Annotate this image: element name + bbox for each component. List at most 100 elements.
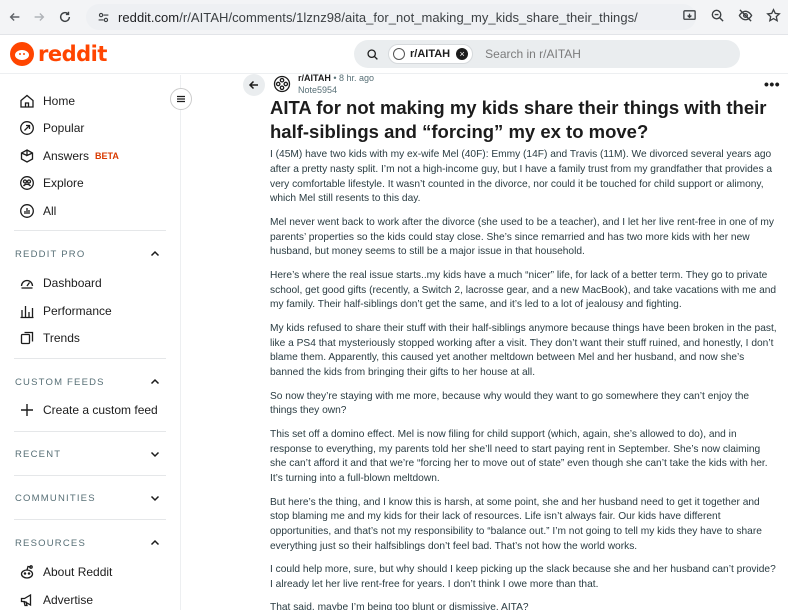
install-app-icon[interactable] [680,6,698,24]
post-paragraph: Mel never went back to work after the di… [270,216,774,258]
sidebar-item-label: Explore [43,176,84,190]
forward-arrow-icon[interactable] [28,6,50,28]
post-meta: r/AITAH • 8 hr. ago [298,73,374,83]
sidebar-item-advertise[interactable]: Advertise [18,590,93,610]
section-resources[interactable]: RESOURCES [15,534,161,552]
bar-chart-icon [18,302,36,320]
url-domain: reddit.com [118,9,180,25]
post-paragraph: But here’s the thing, and I know this is… [270,496,762,552]
section-title: REDDIT PRO [15,248,86,260]
sidebar-item-label: Answers [43,149,90,163]
sidebar-divider [14,475,166,476]
section-recent[interactable]: RECENT [15,445,161,463]
sidebar-item-label: Dashboard [43,276,102,290]
sidebar-item-dashboard[interactable]: Dashboard [18,273,102,293]
url-text: reddit.com/r/AITAH/comments/1lznz98/aita… [118,10,638,25]
sidebar-item-label: Trends [43,331,80,345]
sidebar-item-label: Performance [43,304,112,318]
post-paragraph: That said, maybe I’m being too blunt or … [270,602,529,610]
sidebar-item-create-custom-feed[interactable]: Create a custom feed [18,400,158,420]
post-paragraph: I could help more, sure, but why should … [270,564,776,591]
url-path: /r/AITAH/comments/1lznz98/aita_for_not_m… [179,9,638,25]
sidebar-item-label: Home [43,94,76,108]
post-paragraph: So now they’re staying with me more, bec… [270,390,750,417]
reload-icon[interactable] [54,6,76,28]
address-bar[interactable]: reddit.com/r/AITAH/comments/1lznz98/aita… [86,4,696,30]
subreddit-search-chip[interactable]: r/AITAH × [388,44,474,64]
reddit-logo[interactable]: reddit [10,42,107,66]
answers-icon [18,147,36,165]
section-title: RECENT [15,448,62,460]
sidebar-item-label: Popular [43,121,85,135]
sidebar-item-trends[interactable]: Trends [18,328,80,348]
sidebar-divider [14,431,166,432]
reddit-snoo-icon [10,42,34,66]
trends-icon [18,329,36,347]
sidebar-divider [14,358,166,359]
hamburger-icon [177,95,185,103]
sidebar-item-label: All [43,204,57,218]
section-communities[interactable]: COMMUNITIES [15,489,161,507]
left-sidebar: Home Popular Answers BETA Explore All RE… [0,75,181,610]
plus-icon [18,401,36,419]
sidebar-item-performance[interactable]: Performance [18,301,112,321]
all-icon [18,202,36,220]
chevron-up-icon[interactable] [149,537,161,549]
section-custom-feeds[interactable]: CUSTOM FEEDS [15,373,161,391]
reddit-header: reddit r/AITAH × Search in r/AITAH [0,36,788,74]
search-bar[interactable]: r/AITAH × Search in r/AITAH [354,40,740,68]
logo-text: reddit [38,42,107,66]
sidebar-divider [14,230,166,231]
section-title: CUSTOM FEEDS [15,376,105,388]
section-reddit-pro[interactable]: REDDIT PRO [15,245,161,263]
post-author[interactable]: Note5954 [298,85,337,95]
sidebar-item-popular[interactable]: Popular [18,118,84,138]
site-info-icon[interactable] [94,8,112,26]
post-body: I (45M) have two kids with my ex-wife Me… [270,148,778,610]
subreddit-icon [393,48,405,60]
chevron-down-icon[interactable] [149,492,161,504]
dashboard-icon [18,274,36,292]
post-paragraph: This set off a domino effect. Mel is now… [270,428,768,485]
sidebar-item-about-reddit[interactable]: About Reddit [18,562,112,582]
chip-close-icon[interactable]: × [456,48,469,60]
chip-label: r/AITAH [410,48,451,60]
post-paragraph: My kids refused to share their stuff wit… [270,322,777,379]
chevron-up-icon[interactable] [149,248,161,260]
subreddit-avatar-icon[interactable] [273,75,291,93]
section-title: RESOURCES [15,537,86,549]
explore-icon [18,174,36,192]
post-paragraph: Here’s where the real issue starts..my k… [270,269,777,311]
post-title: AITA for not making my kids share their … [270,97,767,142]
chevron-down-icon[interactable] [149,448,161,460]
subreddit-link[interactable]: r/AITAH [298,73,331,83]
sidebar-item-label: Create a custom feed [43,403,158,417]
sidebar-divider [14,519,166,520]
sidebar-item-all[interactable]: All [18,201,56,221]
eye-off-icon[interactable] [736,6,754,24]
zoom-icon[interactable] [708,6,726,24]
back-button[interactable] [243,74,265,96]
sidebar-item-label: Advertise [43,593,94,607]
section-title: COMMUNITIES [15,492,96,504]
beta-badge: BETA [95,151,119,161]
popular-icon [18,119,36,137]
arrow-left-icon [248,80,258,90]
sidebar-item-label: About Reddit [43,565,113,579]
reddit-alien-icon [18,563,36,581]
sidebar-item-home[interactable]: Home [18,91,75,111]
browser-toolbar: reddit.com/r/AITAH/comments/1lznz98/aita… [0,0,788,35]
chevron-up-icon[interactable] [149,376,161,388]
post-age: • 8 hr. ago [333,73,375,83]
back-arrow-icon[interactable] [4,6,26,28]
search-icon [364,46,380,62]
more-options-icon[interactable]: ••• [764,76,780,92]
collapse-sidebar-button[interactable] [170,88,192,110]
post-paragraph: I (45M) have two kids with my ex-wife Me… [270,149,773,205]
bookmark-star-icon[interactable] [764,6,782,24]
search-input[interactable]: Search in r/AITAH [485,47,581,61]
home-icon [18,92,36,110]
megaphone-icon [18,591,36,609]
sidebar-item-answers[interactable]: Answers BETA [18,146,119,166]
sidebar-item-explore[interactable]: Explore [18,173,84,193]
